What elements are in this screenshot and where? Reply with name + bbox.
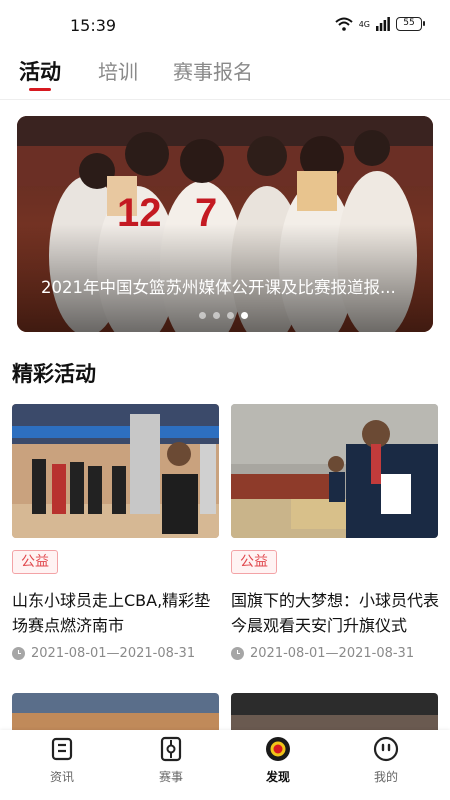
banner-caption: 2021年中国女篮苏州媒体公开课及比赛报道报...: [41, 278, 396, 297]
section-title: 精彩活动: [12, 362, 96, 386]
nav-item-profile[interactable]: 我的: [356, 736, 416, 785]
carousel-dot[interactable]: [199, 312, 206, 319]
nav-item-news[interactable]: 资讯: [32, 736, 92, 785]
status-icons: 4G 55: [335, 17, 425, 31]
activity-image-partial[interactable]: [12, 693, 219, 733]
nav-label: 资讯: [49, 770, 74, 784]
carousel-dot[interactable]: [227, 312, 234, 319]
discover-icon: [266, 737, 290, 761]
carousel-dot[interactable]: [213, 312, 220, 319]
clock-icon: [231, 647, 244, 660]
activity-date: 2021-08-01—2021-08-31: [12, 646, 195, 661]
nav-label: 发现: [265, 770, 290, 784]
battery-icon: 55: [396, 17, 425, 31]
status-time: 15:39: [70, 16, 117, 35]
carousel-dots: [199, 312, 248, 319]
tab-activities[interactable]: 活动: [19, 56, 61, 86]
nav-item-matches[interactable]: 赛事: [141, 736, 201, 785]
category-tag: 公益: [231, 550, 277, 574]
wifi-icon: [335, 17, 353, 31]
signal-icon: [376, 17, 390, 31]
banner-image: 12 7: [17, 116, 433, 332]
activity-image-partial[interactable]: [231, 693, 438, 733]
status-bar: 15:39 4G 55: [0, 0, 450, 50]
tab-event-registration[interactable]: 赛事报名: [173, 56, 253, 85]
activity-title: 山东小球员走上CBA,精彩垫场赛点燃济南市: [12, 591, 211, 635]
activity-image: [12, 404, 219, 538]
news-icon: [51, 737, 73, 761]
profile-icon: [373, 736, 399, 762]
match-icon: [160, 736, 182, 762]
network-type-label: 4G: [358, 19, 370, 29]
activity-image: [231, 404, 438, 538]
activity-date-text: 2021-08-01—2021-08-31: [31, 646, 196, 661]
carousel-dot-active[interactable]: [241, 312, 248, 319]
nav-label: 我的: [373, 770, 398, 784]
banner-carousel[interactable]: 12 7 2021年中国女篮苏州媒体公开课及比赛报道报...: [17, 116, 433, 332]
bottom-nav: 资讯 赛事 发现 我的: [0, 730, 450, 800]
activity-title: 国旗下的大梦想：小球员代表今晨观看天安门升旗仪式: [231, 591, 440, 635]
active-tab-indicator: [29, 88, 51, 91]
nav-label: 赛事: [158, 770, 183, 784]
tab-training[interactable]: 培训: [98, 56, 138, 85]
top-tab-bar: 活动 培训 赛事报名: [0, 50, 450, 100]
activity-date-text: 2021-08-01—2021-08-31: [250, 646, 415, 661]
category-tag: 公益: [12, 550, 58, 574]
clock-icon: [12, 647, 25, 660]
activity-date: 2021-08-01—2021-08-31: [231, 646, 414, 661]
nav-item-discover[interactable]: 发现: [248, 736, 308, 785]
